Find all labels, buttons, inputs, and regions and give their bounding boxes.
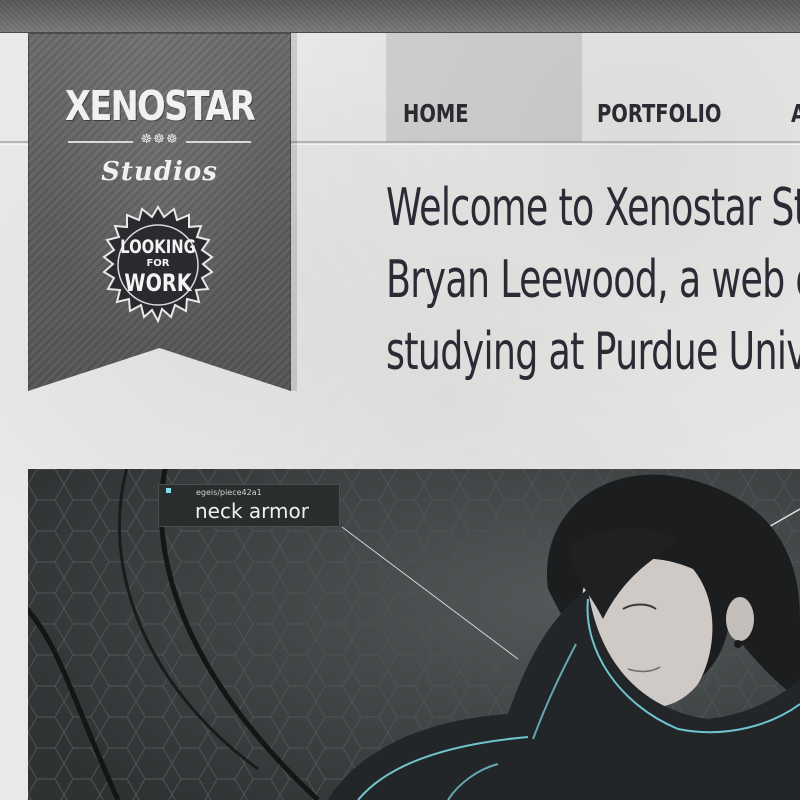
seal-text: LOOKING FOR WORK bbox=[96, 236, 220, 297]
hero-illustration bbox=[28, 469, 800, 800]
top-texture-strip bbox=[0, 0, 800, 33]
logo-divider: ☸☸☸ bbox=[68, 132, 251, 149]
logo-divider-line-right bbox=[186, 141, 251, 143]
hero-artwork[interactable] bbox=[28, 469, 800, 800]
logo-subtitle: Studios bbox=[101, 157, 218, 187]
callout-label: neck armor bbox=[195, 499, 309, 523]
nav-about[interactable]: A bbox=[791, 99, 800, 128]
earring bbox=[734, 640, 742, 648]
logo-brand[interactable]: XENOSTAR bbox=[52, 82, 268, 130]
ear bbox=[726, 597, 754, 641]
banner-shadow bbox=[291, 33, 297, 391]
seal-line-1: LOOKING bbox=[120, 236, 196, 258]
logo-divider-line-left bbox=[68, 141, 133, 143]
seal-line-3: WORK bbox=[124, 269, 192, 297]
seal-line-2: FOR bbox=[146, 258, 170, 269]
callout-marker-icon bbox=[166, 488, 171, 493]
callout-id: egeis/piece42a1 bbox=[196, 488, 262, 497]
welcome-line-3: studying at Purdue Unive bbox=[386, 322, 800, 382]
logo-ornament: ☸☸☸ bbox=[140, 132, 179, 147]
nav-portfolio[interactable]: PORTFOLIO bbox=[597, 99, 721, 128]
nav-home[interactable]: HOME bbox=[403, 99, 469, 128]
welcome-line-2: Bryan Leewood, a web de bbox=[386, 250, 800, 310]
welcome-line-1: Welcome to Xenostar Stu bbox=[386, 178, 800, 238]
welcome-heading: Welcome to Xenostar Stu Bryan Leewood, a… bbox=[386, 172, 800, 392]
